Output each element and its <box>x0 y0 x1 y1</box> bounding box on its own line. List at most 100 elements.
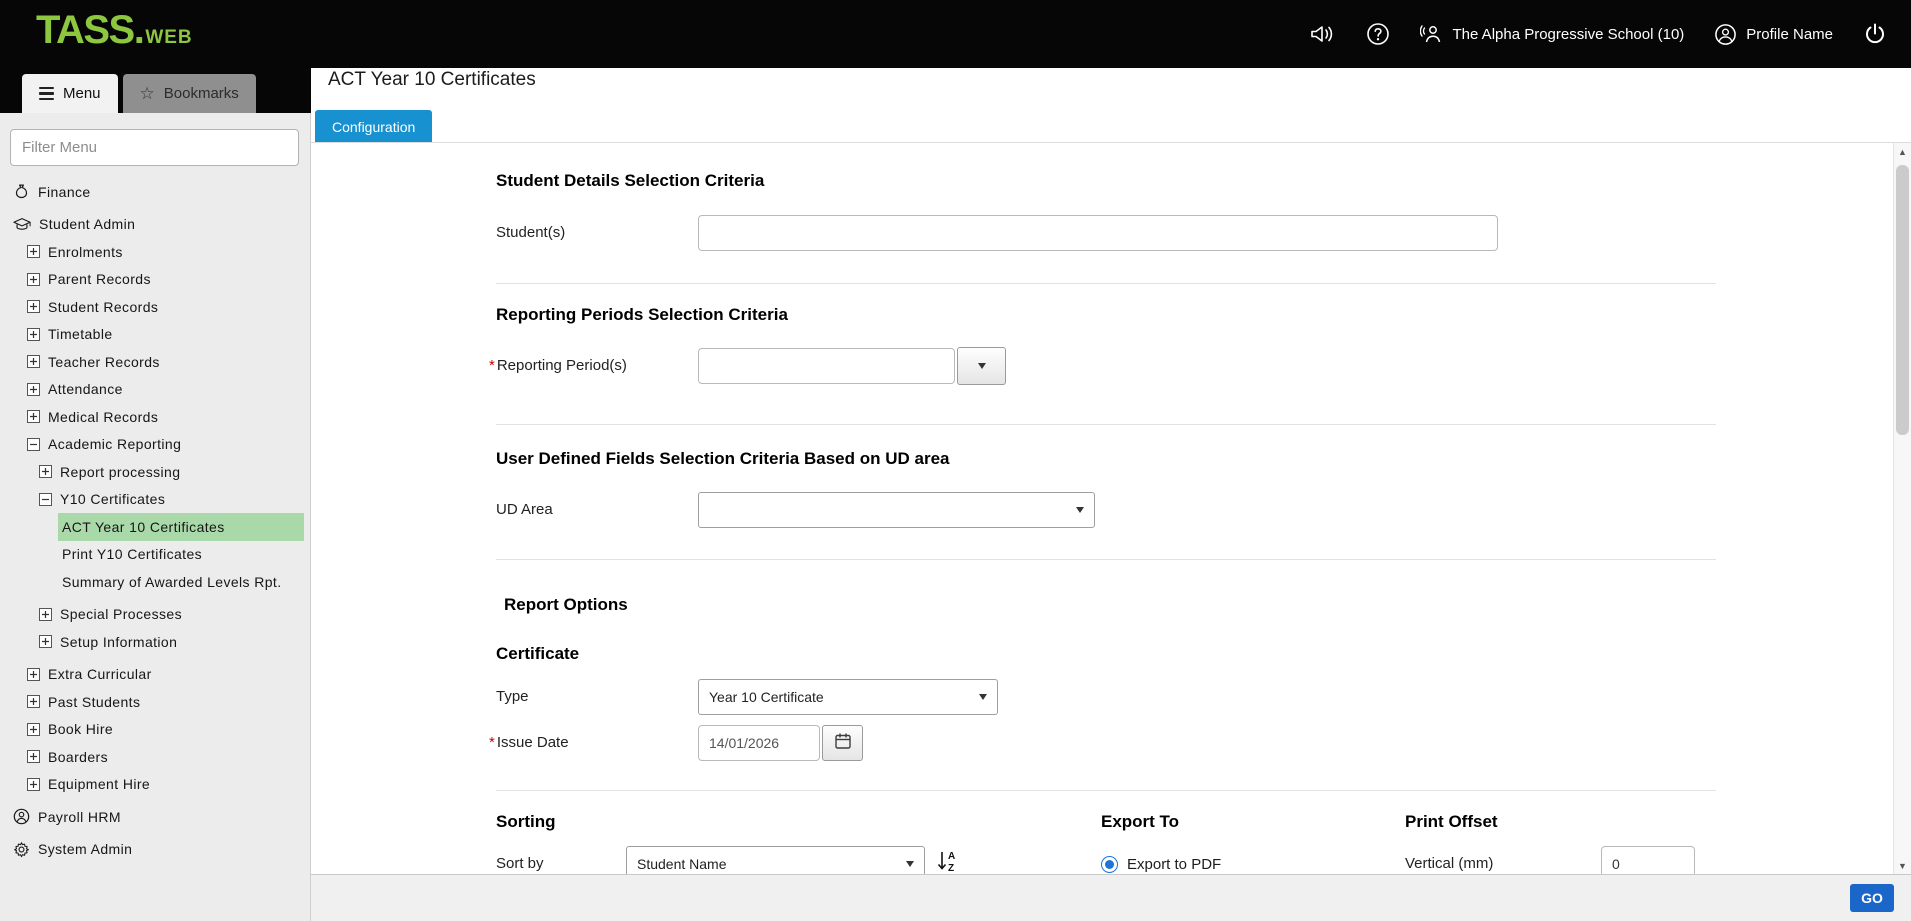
sidebar-item-act-year-10-certificates[interactable]: ACT Year 10 Certificates <box>58 513 304 541</box>
configuration-form: Student Details Selection Criteria Stude… <box>311 143 1893 874</box>
sidebar-item-print-y10-certificates[interactable]: Print Y10 Certificates <box>58 541 304 569</box>
content-scrollbar[interactable]: ▲ ▼ <box>1893 143 1911 874</box>
expand-plus-icon[interactable] <box>27 328 40 341</box>
go-button[interactable]: GO <box>1850 884 1894 912</box>
collapse-minus-icon[interactable] <box>39 493 52 506</box>
scroll-up-icon[interactable]: ▲ <box>1894 143 1911 160</box>
scrollbar-thumb[interactable] <box>1896 165 1909 435</box>
sidebar-item-label: Medical Records <box>48 409 158 425</box>
profile-icon <box>1714 23 1737 46</box>
expand-plus-icon[interactable] <box>27 695 40 708</box>
sort-az-icon[interactable]: AZ <box>935 848 961 874</box>
topbar: TASS. WEB The Alpha Progressive School (… <box>0 0 1911 68</box>
sidebar-item-system-admin[interactable]: System Admin <box>0 836 311 864</box>
expand-plus-icon[interactable] <box>27 668 40 681</box>
sidebar-item-label: Extra Curricular <box>48 666 152 682</box>
tab-configuration[interactable]: Configuration <box>315 110 432 143</box>
vertical-offset-label: Vertical (mm) <box>1405 846 1493 874</box>
section-heading-report-options: Report Options <box>504 595 628 615</box>
sidebar: Finance Student Admin Enrolments Parent Rec… <box>0 113 311 921</box>
expand-plus-icon[interactable] <box>39 608 52 621</box>
footer-bar: GO <box>311 874 1911 921</box>
certificate-type-label: Type <box>496 679 529 715</box>
select-caret-icon <box>1076 507 1084 513</box>
topbar-actions: The Alpha Progressive School (10) Profil… <box>1310 0 1888 68</box>
expand-plus-icon[interactable] <box>27 723 40 736</box>
sidebar-item-setup-information[interactable]: Setup Information <box>0 628 311 656</box>
sidebar-item-student-admin[interactable]: Student Admin <box>0 211 311 239</box>
sidebar-item-report-processing[interactable]: Report processing <box>0 458 311 486</box>
power-icon[interactable] <box>1863 22 1887 46</box>
help-icon[interactable] <box>1366 22 1390 46</box>
tab-menu-label: Menu <box>63 85 101 102</box>
sidebar-item-book-hire[interactable]: Book Hire <box>0 716 311 744</box>
expand-plus-icon[interactable] <box>27 750 40 763</box>
filter-menu-input[interactable] <box>10 129 299 166</box>
sidebar-item-label: Student Records <box>48 299 158 315</box>
issue-date-calendar-button[interactable] <box>822 725 863 761</box>
scroll-down-icon[interactable]: ▼ <box>1894 857 1911 874</box>
sidebar-item-label: Student Admin <box>39 216 135 232</box>
sidebar-item-label: Finance <box>38 184 91 200</box>
sidebar-item-past-students[interactable]: Past Students <box>0 688 311 716</box>
section-heading-udf: User Defined Fields Selection Criteria B… <box>496 449 949 469</box>
profile-menu[interactable]: Profile Name <box>1714 23 1833 46</box>
sidebar-item-summary-of-awarded-levels-rpt[interactable]: Summary of Awarded Levels Rpt. <box>58 568 304 596</box>
sidebar-item-boarders[interactable]: Boarders <box>0 743 311 771</box>
expand-plus-icon[interactable] <box>27 410 40 423</box>
expand-plus-icon[interactable] <box>27 383 40 396</box>
sort-by-select[interactable]: Student Name <box>626 846 925 874</box>
sidebar-item-parent-records[interactable]: Parent Records <box>0 266 311 294</box>
sidebar-item-label: Y10 Certificates <box>60 491 165 507</box>
reporting-period-dropdown-button[interactable] <box>957 347 1006 385</box>
sidebar-item-timetable[interactable]: Timetable <box>0 321 311 349</box>
tab-bookmarks-label: Bookmarks <box>164 85 239 102</box>
sidebar-item-label: Attendance <box>48 381 123 397</box>
sidebar-item-y10-certificates[interactable]: Y10 Certificates <box>0 486 311 514</box>
issue-date-input[interactable] <box>698 725 820 761</box>
expand-plus-icon[interactable] <box>27 273 40 286</box>
radio-selected-icon <box>1101 856 1118 873</box>
tab-menu[interactable]: Menu <box>22 74 118 113</box>
expand-plus-icon[interactable] <box>39 635 52 648</box>
required-asterisk: * <box>489 734 495 751</box>
sidebar-item-equipment-hire[interactable]: Equipment Hire <box>0 771 311 799</box>
sidebar-item-finance[interactable]: Finance <box>0 178 311 206</box>
expand-plus-icon[interactable] <box>39 465 52 478</box>
sidebar-item-label: Boarders <box>48 749 108 765</box>
tass-logo[interactable]: TASS. WEB <box>36 8 193 53</box>
subheading-print-offset: Print Offset <box>1405 812 1498 832</box>
gear-icon <box>13 841 30 858</box>
certificate-type-select[interactable]: Year 10 Certificate <box>698 679 998 715</box>
sidebar-item-student-records[interactable]: Student Records <box>0 293 311 321</box>
sidebar-item-medical-records[interactable]: Medical Records <box>0 403 311 431</box>
vertical-offset-input[interactable] <box>1601 846 1695 874</box>
tab-configuration-label: Configuration <box>332 119 415 135</box>
export-to-pdf-radio[interactable]: Export to PDF <box>1101 846 1221 874</box>
sidebar-item-special-processes[interactable]: Special Processes <box>0 601 311 629</box>
sidebar-item-payroll-hrm[interactable]: Payroll HRM <box>0 803 311 831</box>
expand-plus-icon[interactable] <box>27 778 40 791</box>
students-input[interactable] <box>698 215 1498 251</box>
ud-area-select[interactable] <box>698 492 1095 528</box>
hamburger-icon <box>39 87 54 101</box>
sidebar-item-label: Enrolments <box>48 244 123 260</box>
sidebar-item-label: Teacher Records <box>48 354 160 370</box>
reporting-period-input[interactable] <box>698 348 955 384</box>
certificate-type-select-value: Year 10 Certificate <box>709 689 824 705</box>
sidebar-item-extra-curricular[interactable]: Extra Curricular <box>0 661 311 689</box>
export-to-pdf-label: Export to PDF <box>1127 856 1221 873</box>
sidebar-item-label: Print Y10 Certificates <box>62 546 202 562</box>
expand-plus-icon[interactable] <box>27 355 40 368</box>
collapse-minus-icon[interactable] <box>27 438 40 451</box>
sidebar-item-enrolments[interactable]: Enrolments <box>0 238 311 266</box>
section-divider <box>496 283 1716 284</box>
megaphone-icon[interactable] <box>1310 23 1336 45</box>
expand-plus-icon[interactable] <box>27 300 40 313</box>
tab-bookmarks[interactable]: ☆ Bookmarks <box>123 74 256 113</box>
sidebar-item-academic-reporting[interactable]: Academic Reporting <box>0 431 311 459</box>
expand-plus-icon[interactable] <box>27 245 40 258</box>
sidebar-item-teacher-records[interactable]: Teacher Records <box>0 348 311 376</box>
school-selector[interactable]: The Alpha Progressive School (10) <box>1420 23 1685 45</box>
sidebar-item-attendance[interactable]: Attendance <box>0 376 311 404</box>
